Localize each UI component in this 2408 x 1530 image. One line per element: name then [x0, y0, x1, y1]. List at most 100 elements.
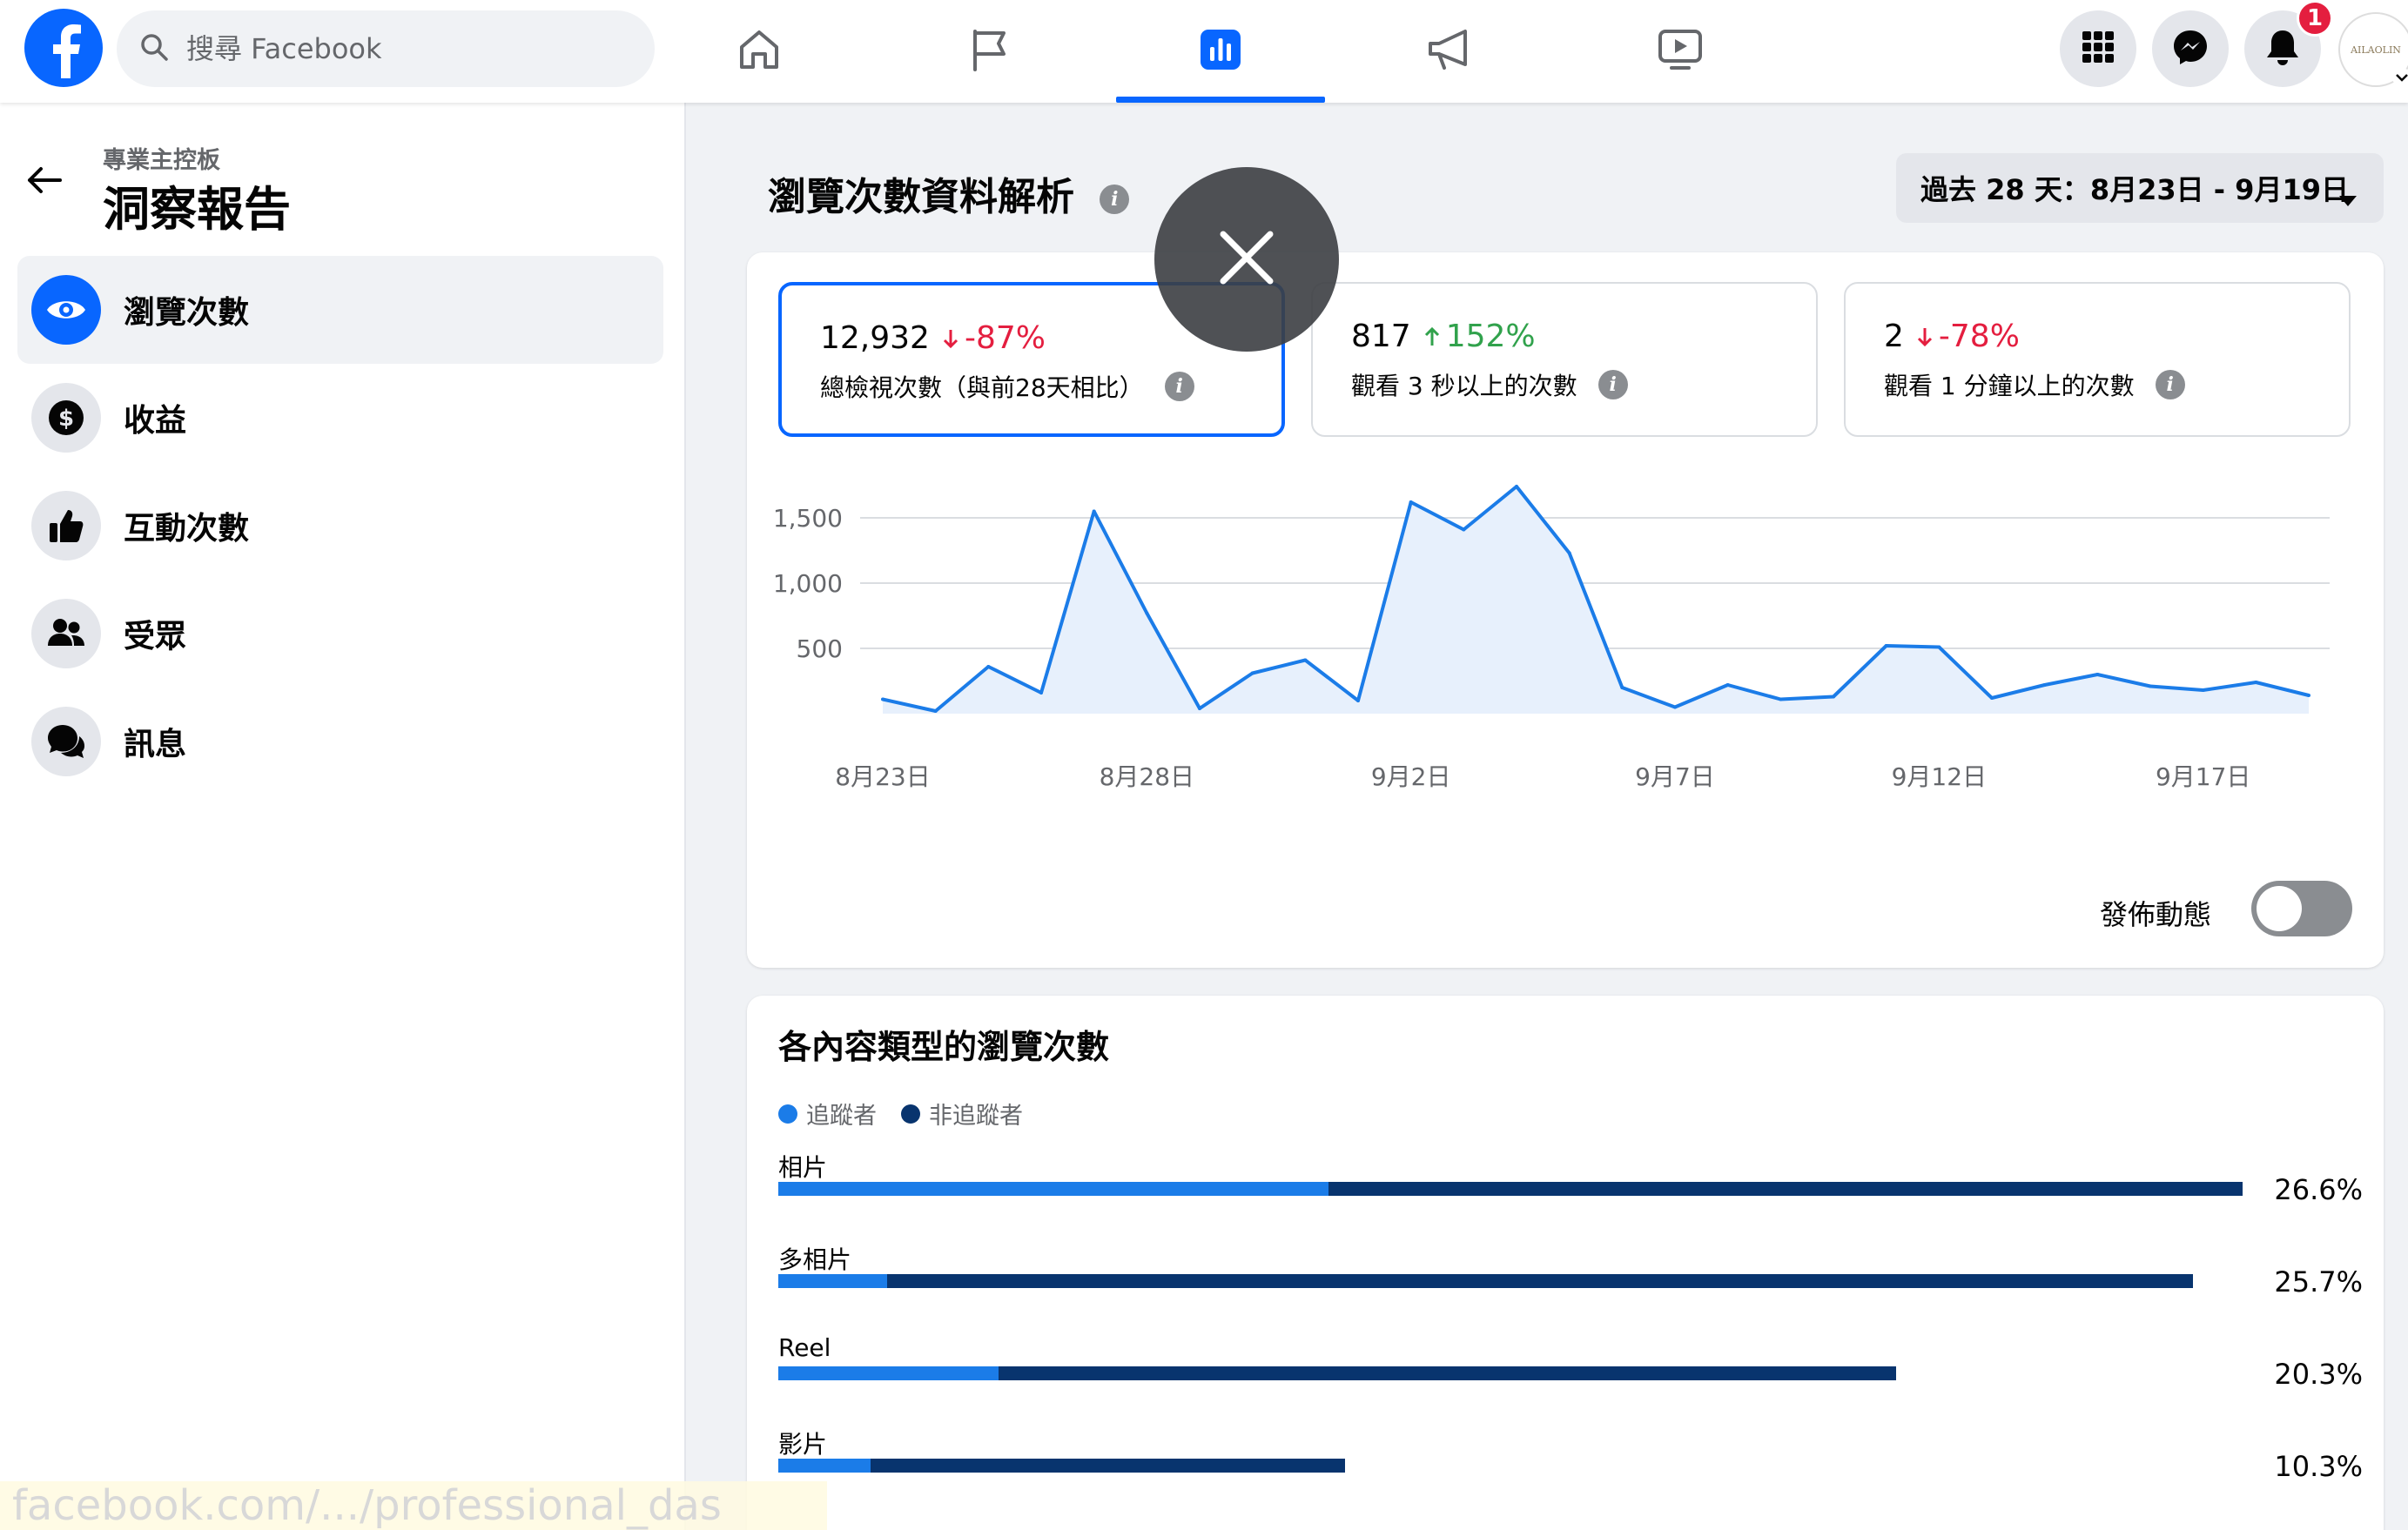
- chart-data-point[interactable]: [986, 665, 991, 668]
- info-icon[interactable]: i: [1100, 185, 1130, 214]
- chart-data-point[interactable]: [1515, 485, 1518, 488]
- bar-segment-non-followers: [998, 1366, 1896, 1380]
- messenger-button[interactable]: [2152, 10, 2229, 87]
- insights-sidebar: 專業主控板 洞察報告 瀏覽次數 $ 收益 互動次數 受眾 訊息: [0, 103, 686, 1530]
- content-type-percent: 26.6%: [2274, 1173, 2363, 1206]
- chevron-down-icon[interactable]: [2392, 68, 2408, 87]
- content-type-bar[interactable]: [778, 1182, 2243, 1196]
- chart-data-point[interactable]: [2254, 681, 2258, 684]
- chart-data-point[interactable]: [2042, 683, 2047, 687]
- nav-tab-home[interactable]: [655, 0, 864, 103]
- show-posts-toggle[interactable]: [2251, 881, 2352, 936]
- info-icon[interactable]: i: [1597, 370, 1628, 399]
- chart-data-point[interactable]: [1937, 645, 1941, 649]
- back-button[interactable]: [23, 160, 66, 204]
- section-title: 瀏覽次數資料解析 i: [768, 165, 1130, 221]
- sidebar-item-label: 訊息: [124, 727, 187, 762]
- chart-data-point[interactable]: [1884, 644, 1888, 648]
- x-tick-label: 9月12日: [1892, 762, 1987, 791]
- chart-data-point[interactable]: [2095, 673, 2100, 676]
- facebook-logo-icon[interactable]: [24, 9, 103, 87]
- nav-tab-video[interactable]: [1576, 0, 1785, 103]
- search-input[interactable]: [186, 32, 639, 65]
- chart-area-fill: [883, 487, 2309, 714]
- chat-icon: [31, 707, 101, 776]
- chart-data-point[interactable]: [1725, 683, 1730, 687]
- sidebar-item-engagement[interactable]: 互動次數: [17, 472, 663, 580]
- content-type-bar[interactable]: [778, 1274, 2194, 1288]
- chart-data-point[interactable]: [1303, 658, 1308, 662]
- chart-data-point[interactable]: [2307, 694, 2310, 697]
- close-icon: [1216, 227, 1277, 292]
- content-type-row[interactable]: 相片 26.6%: [778, 1149, 2363, 1241]
- nav-tab-insights[interactable]: [1116, 0, 1325, 103]
- chart-data-point[interactable]: [1779, 697, 1783, 701]
- y-tick-label: 1,500: [773, 504, 843, 533]
- date-range-dropdown[interactable]: 過去 28 天：8月23日 - 9月19日: [1896, 153, 2384, 223]
- page-title: 洞察報告: [103, 182, 291, 237]
- bar-segment-followers: [778, 1274, 888, 1288]
- sidebar-item-audience[interactable]: 受眾: [17, 580, 663, 688]
- metric-card-1min-views[interactable]: 2 -78% 觀看 1 分鐘以上的次數 i: [1844, 282, 2351, 437]
- menu-button[interactable]: [2060, 10, 2136, 87]
- chart-data-point[interactable]: [1250, 671, 1254, 675]
- chart-data-point[interactable]: [1409, 500, 1413, 504]
- chart-data-point[interactable]: [1832, 695, 1835, 699]
- views-line-chart[interactable]: 500 1,000 1,500 8月23日 8月28日 9月2日 9月7日 9月12日 9月17…: [747, 461, 2384, 879]
- legend-label: 非追蹤者: [929, 1103, 1023, 1130]
- nav-tab-pages[interactable]: [885, 0, 1093, 103]
- url-hint-overlay: facebook.com/.../professional_das: [0, 1481, 827, 1530]
- metric-value: 817: [1351, 319, 1411, 354]
- chart-data-point[interactable]: [1039, 691, 1043, 695]
- info-icon[interactable]: i: [1164, 372, 1194, 401]
- content-type-title: 各內容類型的瀏覽次數: [778, 1028, 1110, 1066]
- chart-data-point[interactable]: [933, 709, 938, 713]
- chart-data-point[interactable]: [1356, 699, 1360, 702]
- x-tick-label: 8月23日: [835, 762, 930, 791]
- chart-data-point[interactable]: [1673, 705, 1677, 709]
- home-icon: [736, 26, 783, 77]
- content-type-row[interactable]: 多相片 25.7%: [778, 1241, 2363, 1333]
- y-tick-label: 500: [797, 634, 843, 663]
- chart-data-point[interactable]: [2201, 688, 2205, 692]
- nav-tab-ads[interactable]: [1346, 0, 1555, 103]
- metric-card-3s-views[interactable]: 817 152% 觀看 3 秒以上的次數 i: [1311, 282, 1818, 437]
- messenger-icon: [2171, 28, 2210, 70]
- sidebar-item-views[interactable]: 瀏覽次數: [17, 256, 663, 364]
- chart-data-point[interactable]: [1092, 509, 1096, 513]
- search-bar[interactable]: [117, 10, 655, 87]
- chart-data-point[interactable]: [1567, 551, 1571, 555]
- content-type-percent: 20.3%: [2274, 1358, 2363, 1391]
- bar-segment-followers: [778, 1366, 999, 1380]
- close-overlay-button[interactable]: [1154, 167, 1339, 352]
- content-type-row[interactable]: 影片 10.3%: [778, 1426, 2363, 1518]
- chart-data-point[interactable]: [1145, 611, 1149, 615]
- info-icon[interactable]: i: [2155, 370, 2185, 399]
- metric-change-text: 152%: [1445, 319, 1536, 354]
- date-range-label: 過去 28 天：8月23日 - 9月19日: [1920, 173, 2349, 206]
- sidebar-item-label: 受眾: [124, 619, 187, 654]
- insights-icon: [1197, 26, 1244, 77]
- content-type-bar[interactable]: [778, 1459, 1346, 1473]
- legend-swatch: [901, 1104, 920, 1124]
- bar-segment-followers: [778, 1459, 871, 1473]
- eye-icon: [31, 275, 101, 345]
- content-type-bar[interactable]: [778, 1366, 1896, 1380]
- toggle-label: 發佈動態: [2100, 898, 2212, 931]
- chart-data-point[interactable]: [1462, 527, 1466, 532]
- chart-data-point[interactable]: [1620, 686, 1624, 689]
- chart-data-point[interactable]: [1198, 707, 1201, 710]
- caret-down-icon: [2338, 181, 2358, 214]
- sidebar-item-revenue[interactable]: $ 收益: [17, 364, 663, 472]
- chart-data-point[interactable]: [1990, 696, 1994, 700]
- sidebar-item-messages[interactable]: 訊息: [17, 688, 663, 795]
- content-type-percent: 25.7%: [2274, 1265, 2363, 1298]
- metric-change: 152%: [1423, 319, 1536, 354]
- video-icon: [1656, 26, 1705, 77]
- bell-icon: [2264, 28, 2301, 70]
- content-type-percent: 10.3%: [2274, 1450, 2363, 1483]
- arrow-left-icon: [25, 165, 64, 198]
- chart-data-point[interactable]: [2149, 684, 2152, 688]
- content-type-row[interactable]: Reel 20.3%: [778, 1333, 2363, 1426]
- chart-data-point[interactable]: [881, 697, 885, 701]
